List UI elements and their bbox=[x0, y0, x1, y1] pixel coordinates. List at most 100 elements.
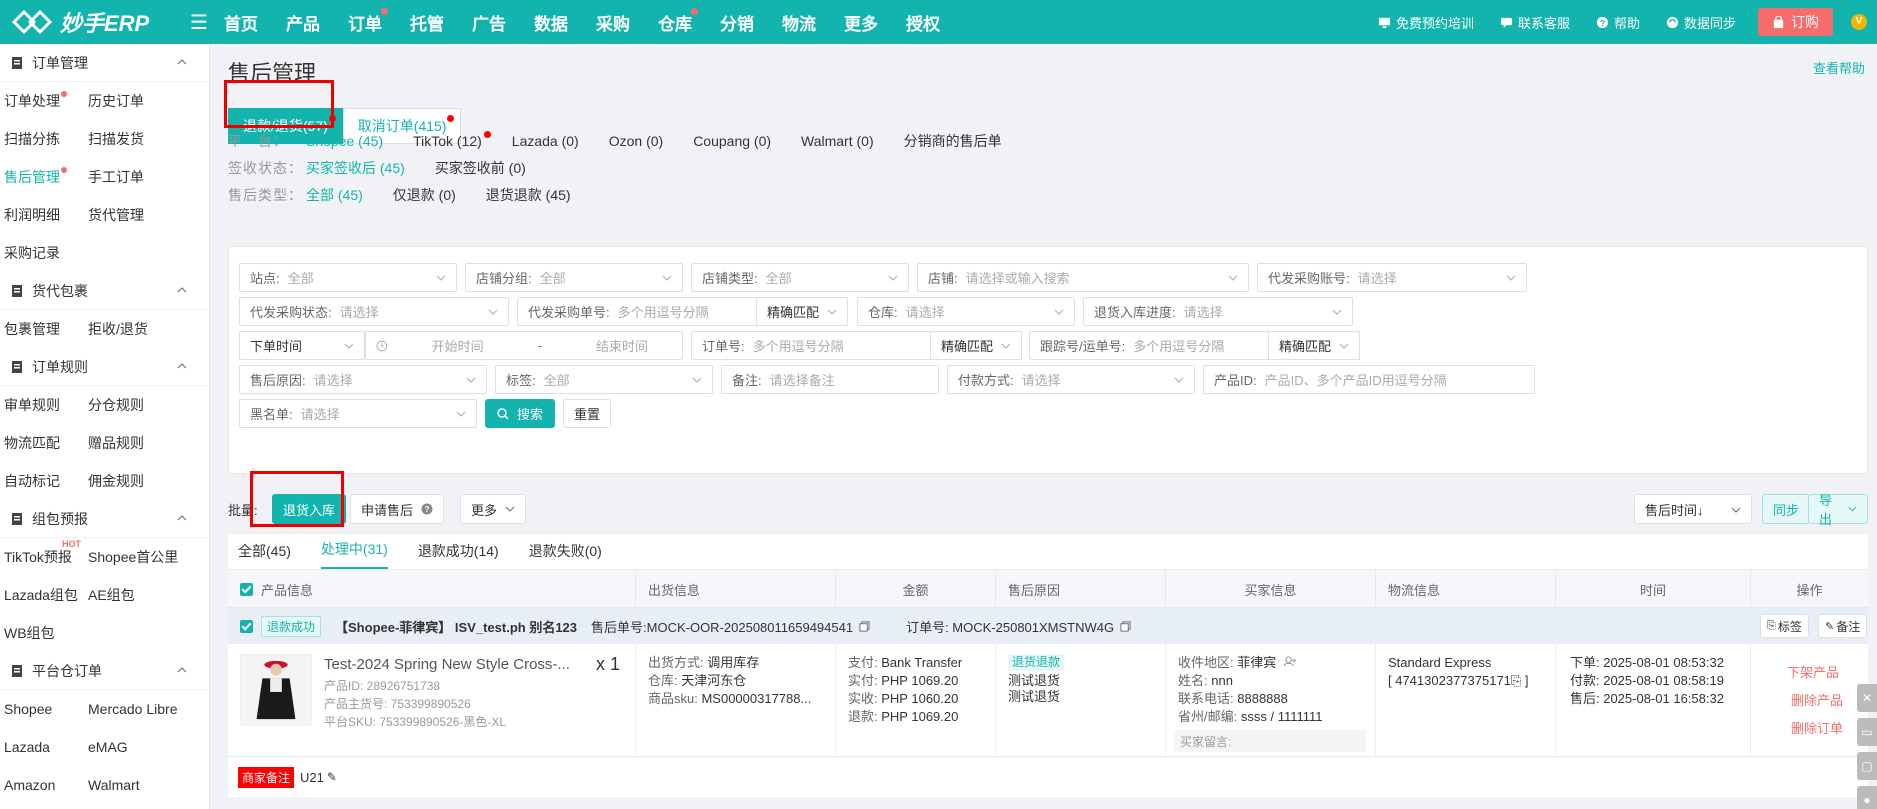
sidebar-item[interactable]: 利润明细 bbox=[0, 205, 88, 225]
tracking-no-input[interactable]: 跟踪号/运单号: 多个用逗号分隔 精确匹配 bbox=[1029, 331, 1360, 360]
blacklist-select[interactable]: 黑名单: 请选择 bbox=[239, 399, 477, 428]
sidebar-group[interactable]: 订单规则 bbox=[0, 348, 209, 386]
close-icon[interactable]: ✕ bbox=[1857, 684, 1877, 712]
sidebar-item[interactable]: 拒收/退货 bbox=[88, 319, 188, 339]
filter-option[interactable]: Shopee (45) bbox=[306, 133, 383, 149]
product-image[interactable] bbox=[240, 654, 312, 726]
add-user-icon[interactable] bbox=[1283, 656, 1297, 667]
logo[interactable]: 妙手ERP bbox=[0, 6, 180, 38]
support-link[interactable]: 联系客服 bbox=[1500, 13, 1570, 32]
sidebar-item[interactable]: Mercado Libre bbox=[88, 701, 188, 717]
nav-item[interactable]: 授权 bbox=[906, 10, 940, 35]
shop-group-select[interactable]: 店铺分组: 全部 bbox=[465, 263, 683, 292]
copy-icon[interactable] bbox=[859, 620, 870, 632]
payment-select[interactable]: 付款方式: 请选择 bbox=[947, 365, 1195, 394]
search-button[interactable]: 搜索 bbox=[485, 399, 555, 428]
export-button[interactable]: 导出 bbox=[1808, 493, 1868, 527]
tracking-match-select[interactable]: 精确匹配 bbox=[1268, 331, 1360, 360]
shop-select[interactable]: 店铺: 请选择或输入搜索 bbox=[917, 263, 1249, 292]
product-id-input[interactable]: 产品ID: 产品ID、多个产品ID用逗号分隔 bbox=[1203, 365, 1535, 394]
tag-button[interactable]: ⎘ 标签 bbox=[1760, 614, 1809, 638]
sidebar-item[interactable]: AE组包 bbox=[88, 585, 188, 605]
filter-option[interactable]: Walmart (0) bbox=[801, 133, 874, 149]
sidebar-item[interactable]: TikTok预报 HOT bbox=[0, 539, 88, 567]
filter-option[interactable]: 仅退款 (0) bbox=[393, 185, 456, 205]
proxy-no-input[interactable]: 代发采购单号: 多个用逗号分隔 精确匹配 bbox=[517, 297, 848, 326]
nav-item[interactable]: 数据 bbox=[534, 10, 568, 35]
order-no-input[interactable]: 订单号: 多个用逗号分隔 精确匹配 bbox=[691, 331, 1022, 360]
product-title[interactable]: Test-2024 Spring New Style Cross-... bbox=[324, 656, 570, 673]
sidebar-item[interactable]: Shopee首公里 bbox=[88, 547, 188, 567]
sidebar-item[interactable]: 扫描发货 bbox=[88, 129, 188, 149]
sidebar-item[interactable]: 扫描分拣 bbox=[0, 129, 88, 149]
sidebar-item[interactable]: 包裹管理 bbox=[0, 319, 88, 339]
sidebar-item[interactable]: 历史订单 bbox=[88, 91, 188, 111]
processing-tab[interactable]: 退款失败(0) bbox=[529, 541, 602, 569]
nav-item[interactable]: 采购 bbox=[596, 10, 630, 35]
nav-item[interactable]: 产品 bbox=[286, 10, 320, 35]
sidebar-item[interactable]: Shopee bbox=[0, 701, 88, 717]
sidebar-item[interactable]: 分仓规则 bbox=[88, 395, 188, 415]
sidebar-item[interactable]: Lazada bbox=[0, 739, 88, 755]
processing-tab[interactable]: 处理中(31) bbox=[320, 539, 388, 569]
proxy-status-select[interactable]: 代发采购状态: 请选择 bbox=[239, 297, 509, 326]
panel-icon[interactable]: ▭ bbox=[1857, 718, 1877, 746]
shop-type-select[interactable]: 店铺类型: 全部 bbox=[691, 263, 909, 292]
sidebar-item[interactable]: 审单规则 bbox=[0, 395, 88, 415]
order-checkbox[interactable] bbox=[240, 619, 253, 633]
nav-item[interactable]: 分销 bbox=[720, 10, 754, 35]
filter-option[interactable]: TikTok (12) bbox=[413, 131, 491, 149]
sidebar-item[interactable]: Lazada组包 bbox=[0, 585, 88, 605]
filter-option[interactable]: Lazada (0) bbox=[512, 133, 579, 149]
copy-icon[interactable] bbox=[1120, 620, 1131, 632]
sync-button[interactable]: 同步 bbox=[1762, 494, 1811, 524]
help-link[interactable]: ? 帮助 bbox=[1596, 13, 1640, 32]
sidebar-item[interactable]: WB组包 bbox=[0, 623, 88, 643]
order-no-match-select[interactable]: 精确匹配 bbox=[930, 331, 1022, 360]
reset-button[interactable]: 重置 bbox=[563, 399, 611, 428]
sort-select[interactable]: 售后时间↓ bbox=[1634, 494, 1752, 524]
apply-after-sale-button[interactable]: 申请售后 ? bbox=[350, 494, 445, 524]
sidebar-item[interactable]: 订单处理 bbox=[0, 91, 88, 111]
delist-product-link[interactable]: 下架产品 bbox=[1787, 662, 1839, 681]
warehouse-select[interactable]: 仓库: 请选择 bbox=[857, 297, 1075, 326]
sidebar-item[interactable]: Amazon bbox=[0, 777, 88, 793]
edit-icon[interactable]: ✎ bbox=[327, 770, 337, 784]
filter-option[interactable]: 全部 (45) bbox=[306, 185, 363, 205]
sidebar-item[interactable]: 售后管理 bbox=[0, 167, 88, 187]
site-select[interactable]: 站点: 全部 bbox=[239, 263, 457, 292]
time-type-select[interactable]: 下单时间 bbox=[239, 331, 365, 360]
nav-item[interactable]: 广告 bbox=[472, 10, 506, 35]
sidebar-item[interactable]: 采购记录 bbox=[0, 243, 88, 263]
sidebar-item[interactable]: 赠品规则 bbox=[88, 433, 188, 453]
filter-option[interactable]: Coupang (0) bbox=[693, 133, 771, 149]
user-icon[interactable]: ● bbox=[1857, 786, 1877, 809]
filter-option[interactable]: 退货退款 (45) bbox=[486, 185, 571, 205]
vip-badge[interactable]: V bbox=[1851, 14, 1867, 30]
nav-item[interactable]: 托管 bbox=[410, 10, 444, 35]
filter-option[interactable]: Ozon (0) bbox=[609, 133, 663, 149]
sidebar-group[interactable]: 订单管理 bbox=[0, 44, 209, 82]
remark-input[interactable]: 备注: 请选择备注 bbox=[721, 365, 939, 394]
sidebar-group[interactable]: 货代包裹 bbox=[0, 272, 209, 310]
menu-toggle-icon[interactable]: ☰ bbox=[184, 10, 214, 35]
delete-order-link[interactable]: 删除订单 bbox=[1791, 718, 1843, 737]
sidebar-group[interactable]: 组包预报 bbox=[0, 500, 209, 538]
date-range-picker[interactable]: 开始时间 - 结束时间 bbox=[365, 331, 683, 360]
select-all-checkbox[interactable] bbox=[240, 582, 253, 596]
remark-button[interactable]: ✎ 备注 bbox=[1818, 614, 1868, 638]
nav-item[interactable]: 更多 bbox=[844, 10, 878, 35]
nav-item[interactable]: 首页 bbox=[224, 10, 258, 35]
delete-product-link[interactable]: 删除产品 bbox=[1791, 690, 1843, 709]
proxy-no-match-select[interactable]: 精确匹配 bbox=[756, 297, 848, 326]
filter-option[interactable]: 买家签收后 (45) bbox=[306, 158, 405, 178]
nav-item[interactable]: 订单 bbox=[348, 7, 388, 35]
proxy-account-select[interactable]: 代发采购账号: 请选择 bbox=[1257, 263, 1527, 292]
sidebar-item[interactable]: 手工订单 bbox=[88, 167, 188, 187]
data-sync-link[interactable]: 数据同步 bbox=[1666, 13, 1736, 32]
nav-item[interactable]: 仓库 bbox=[658, 7, 698, 35]
return-progress-select[interactable]: 退货入库进度: 请选择 bbox=[1083, 297, 1353, 326]
processing-tab[interactable]: 全部(45) bbox=[238, 541, 291, 569]
nav-item[interactable]: 物流 bbox=[782, 10, 816, 35]
training-link[interactable]: 免费预约培训 bbox=[1378, 13, 1474, 32]
